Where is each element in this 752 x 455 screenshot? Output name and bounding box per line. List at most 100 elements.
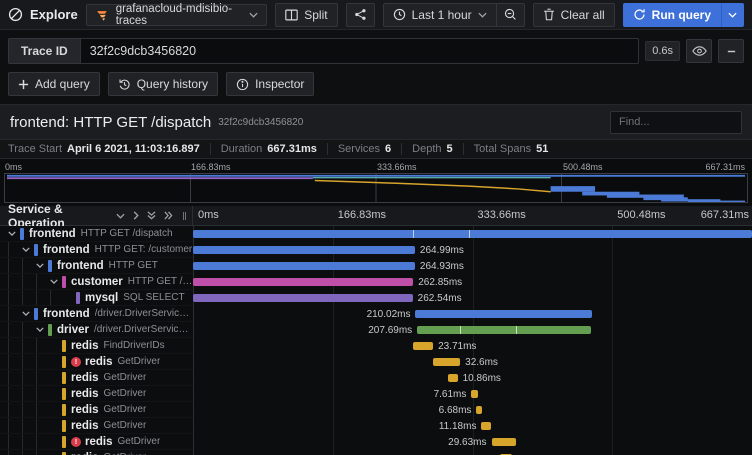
time-range-button[interactable]: Last 1 hour — [383, 3, 497, 27]
tree-guide — [8, 242, 22, 258]
span-bar[interactable] — [193, 230, 752, 238]
span-name-cell[interactable]: ! frontend HTTP GET — [0, 258, 193, 274]
span-row[interactable]: ! frontend /driver.DriverService/FindNea… — [0, 306, 752, 322]
remove-query-button[interactable] — [718, 39, 744, 63]
span-row[interactable]: ! frontend HTTP GET 264.93ms — [0, 258, 752, 274]
chevron-down-icon[interactable] — [8, 231, 16, 236]
span-name-cell[interactable]: ! redis GetDriver — [0, 450, 193, 455]
summary-value: 51 — [536, 143, 548, 155]
chevron-down-icon[interactable] — [36, 263, 44, 268]
disable-query-button[interactable] — [686, 39, 712, 63]
expand-all-icon[interactable] — [164, 211, 173, 220]
span-bar[interactable] — [492, 438, 517, 446]
span-bar[interactable] — [476, 406, 482, 414]
span-timeline-cell[interactable]: 11.18ms — [193, 418, 752, 434]
chevron-down-icon[interactable] — [50, 279, 58, 284]
trace-id-input[interactable] — [80, 38, 640, 64]
span-bar[interactable] — [433, 358, 460, 366]
span-bar[interactable] — [481, 422, 490, 430]
span-bar[interactable] — [413, 342, 433, 350]
span-timeline-cell[interactable]: 264.93ms — [193, 258, 752, 274]
tree-guide — [22, 338, 36, 354]
clock-icon — [393, 8, 406, 21]
span-timeline-cell[interactable]: 29.63ms — [193, 434, 752, 450]
minimap-canvas[interactable] — [4, 173, 748, 203]
span-name-cell[interactable]: ! redis GetDriver — [0, 418, 193, 434]
span-bar[interactable] — [193, 294, 413, 302]
span-name-cell[interactable]: ! customer HTTP GET /customer — [0, 274, 193, 290]
span-row[interactable]: ! redis GetDriver 10.86ms — [0, 370, 752, 386]
chevron-down-icon[interactable] — [22, 311, 30, 316]
span-row[interactable]: ! redis GetDriver — [0, 450, 752, 455]
trace-minimap[interactable]: 0ms166.83ms333.66ms500.48ms667.31ms — [0, 159, 752, 206]
span-name-cell[interactable]: ! frontend /driver.DriverService/FindNea… — [0, 306, 193, 322]
collapse-one-icon[interactable] — [116, 213, 125, 219]
datasource-picker[interactable]: grafanacloud-mdisibio-traces — [86, 4, 268, 26]
span-name-cell[interactable]: ! redis GetDriver — [0, 386, 193, 402]
inspector-button[interactable]: Inspector — [226, 72, 314, 96]
span-timeline-cell[interactable]: 7.61ms — [193, 386, 752, 402]
span-timeline-cell[interactable]: 32.6ms — [193, 354, 752, 370]
split-button[interactable]: Split — [275, 3, 337, 27]
span-timeline-cell[interactable]: 262.85ms — [193, 274, 752, 290]
span-bar[interactable] — [193, 262, 415, 270]
span-name-cell[interactable]: ! driver /driver.DriverService/FindNeare… — [0, 322, 193, 338]
datasource-name: grafanacloud-mdisibio-traces — [116, 3, 243, 27]
span-row[interactable]: ! redis GetDriver 29.63ms — [0, 434, 752, 450]
span-row[interactable]: ! redis GetDriver 11.18ms — [0, 418, 752, 434]
run-query-dropdown-button[interactable] — [721, 3, 744, 27]
collapse-all-icon[interactable] — [147, 211, 156, 220]
column-resizer[interactable] — [181, 212, 188, 220]
span-row[interactable]: ! redis GetDriver 32.6ms — [0, 354, 752, 370]
query-toolbar: Add query Query history Inspector — [8, 72, 744, 96]
span-row[interactable]: ! redis GetDriver 7.61ms — [0, 386, 752, 402]
span-name-cell[interactable]: ! mysql SQL SELECT — [0, 290, 193, 306]
span-timeline-cell[interactable]: 262.54ms — [193, 290, 752, 306]
expand-one-icon[interactable] — [133, 211, 139, 220]
span-timeline-cell[interactable] — [193, 450, 752, 455]
info-circle-icon — [236, 78, 249, 91]
span-name-cell[interactable]: ! redis GetDriver — [0, 434, 193, 450]
span-row[interactable]: ! redis GetDriver 6.68ms — [0, 402, 752, 418]
span-row[interactable]: ! mysql SQL SELECT 262.54ms — [0, 290, 752, 306]
clear-all-label: Clear all — [561, 8, 605, 22]
span-name-cell[interactable]: ! frontend HTTP GET: /customer — [0, 242, 193, 258]
span-name-cell[interactable]: ! redis GetDriver — [0, 402, 193, 418]
summary-item: Duration667.31ms — [210, 143, 327, 155]
span-row[interactable]: ! frontend HTTP GET /dispatch — [0, 226, 752, 242]
span-bar[interactable] — [417, 326, 591, 334]
span-name-cell[interactable]: ! redis GetDriver — [0, 370, 193, 386]
chevron-down-icon[interactable] — [36, 327, 44, 332]
tree-guide — [8, 354, 22, 370]
tree-guide — [36, 274, 50, 290]
tree-guide — [36, 450, 50, 455]
query-history-button[interactable]: Query history — [108, 72, 218, 96]
clear-all-button[interactable]: Clear all — [533, 3, 615, 27]
span-row[interactable]: ! redis FindDriverIDs 23.71ms — [0, 338, 752, 354]
span-bar[interactable] — [193, 278, 413, 286]
span-row[interactable]: ! driver /driver.DriverService/FindNeare… — [0, 322, 752, 338]
run-query-button[interactable]: Run query — [623, 3, 721, 27]
span-bar[interactable] — [448, 374, 457, 382]
find-input[interactable] — [610, 111, 742, 134]
span-timeline-cell[interactable]: 6.68ms — [193, 402, 752, 418]
top-nav: Explore grafanacloud-mdisibio-traces Spl… — [0, 0, 752, 30]
span-row[interactable]: ! frontend HTTP GET: /customer 264.99ms — [0, 242, 752, 258]
span-bar[interactable] — [193, 246, 415, 254]
add-query-button[interactable]: Add query — [8, 72, 100, 96]
span-name-cell[interactable]: ! redis GetDriver — [0, 354, 193, 370]
chevron-down-icon[interactable] — [22, 247, 30, 252]
span-timeline-cell[interactable] — [193, 226, 752, 242]
span-timeline-cell[interactable]: 207.69ms — [193, 322, 752, 338]
span-timeline-cell[interactable]: 23.71ms — [193, 338, 752, 354]
span-row[interactable]: ! customer HTTP GET /customer 262.85ms — [0, 274, 752, 290]
span-timeline-cell[interactable]: 264.99ms — [193, 242, 752, 258]
span-name-cell[interactable]: ! frontend HTTP GET /dispatch — [0, 226, 193, 242]
share-button[interactable] — [346, 3, 375, 27]
span-bar[interactable] — [415, 310, 591, 318]
span-timeline-cell[interactable]: 10.86ms — [193, 370, 752, 386]
zoom-out-time-button[interactable] — [497, 3, 525, 27]
span-timeline-cell[interactable]: 210.02ms — [193, 306, 752, 322]
span-bar[interactable] — [471, 390, 477, 398]
span-name-cell[interactable]: ! redis FindDriverIDs — [0, 338, 193, 354]
